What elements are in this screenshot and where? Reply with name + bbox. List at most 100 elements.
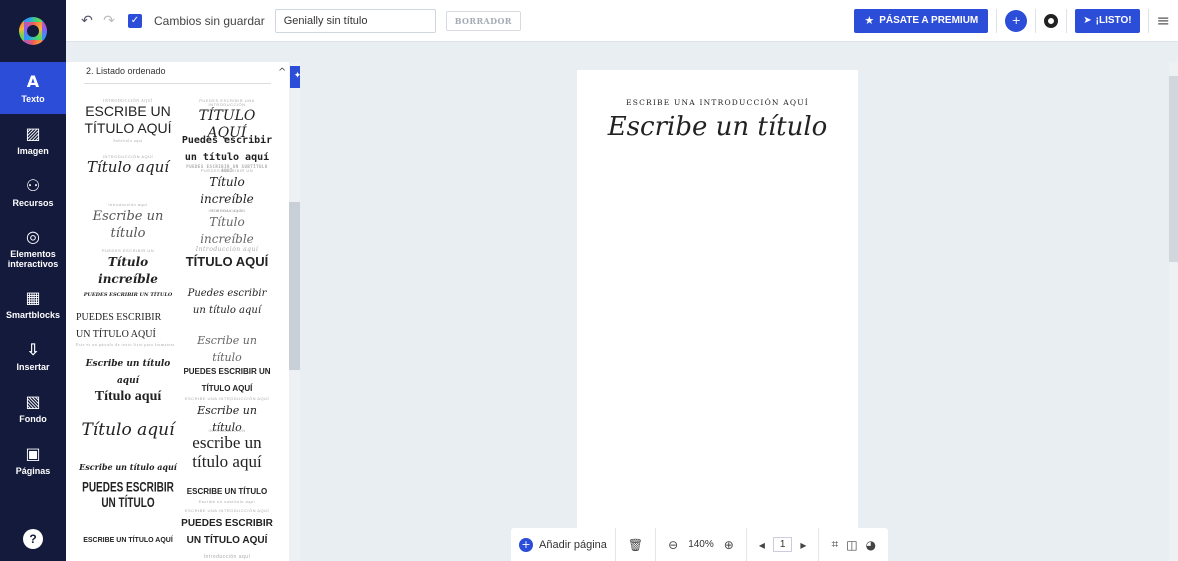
text-template[interactable]: Título aquí (78, 420, 178, 440)
trash-icon: 🗑 (627, 537, 644, 552)
text-template[interactable]: ESCRIBE UN TÍTULO AQUÍ (78, 530, 178, 547)
rail-item-fondo[interactable]: ▧ Fondo (0, 382, 66, 434)
preview-eye-icon[interactable] (1044, 13, 1059, 28)
next-page-icon[interactable]: ▸ (800, 538, 806, 552)
text-template[interactable]: PUEDES ESCRIBIR UN TÍTULO (78, 284, 178, 301)
genially-logo[interactable] (0, 0, 66, 62)
rail-item-label: Páginas (15, 465, 51, 476)
top-toolbar: ↶ ↷ ✓ Cambios sin guardar BORRADOR ★ PÁS… (66, 0, 1178, 42)
zoom-in-icon[interactable]: ⊕ (724, 538, 734, 552)
rail-item-insertar[interactable]: ⇩ Insertar (0, 330, 66, 382)
text-template[interactable]: INTRODUCCIÓN AQUÍ Título aquí (78, 154, 178, 177)
menu-icon[interactable]: ≡ (1157, 11, 1170, 30)
template-title: PUEDES ESCRIBIR UN TÍTULO AQUÍ (181, 518, 273, 546)
text-template[interactable]: Introducción aquí TÍTULO AQUÍ (181, 246, 273, 271)
rail-item-elementos-interactivos[interactable]: ◎ Elementos interactivos (0, 218, 66, 278)
delete-page-button[interactable]: 🗑 (616, 528, 657, 561)
text-template[interactable]: Introducción aquí Escribe un título (78, 202, 178, 242)
rail-item-label: Insertar (16, 361, 50, 372)
slide-canvas[interactable]: ESCRIBE UNA INTRODUCCIÓN AQUÍ Escribe un… (577, 70, 858, 561)
rail-item-label: Imagen (17, 145, 49, 156)
help-icon[interactable]: ? (23, 529, 43, 549)
template-sub: PUEDES ESCRIBIR UNA INTRODUCCIÓN (199, 98, 255, 108)
pages-icon: ▣ (25, 443, 41, 463)
slide-title-text[interactable]: Escribe un título (577, 112, 858, 142)
divider (996, 8, 998, 33)
text-template[interactable]: PUEDES ESCRIBIR UN Título increíble (78, 248, 178, 288)
slide-intro-text[interactable]: ESCRIBE UNA INTRODUCCIÓN AQUÍ (577, 98, 858, 107)
rail-item-paginas[interactable]: ▣ Páginas (0, 434, 66, 486)
split-view-icon[interactable]: ◫ (846, 538, 857, 552)
save-status-text: Cambios sin guardar (154, 13, 265, 28)
template-sub: Introducción aquí (203, 554, 251, 560)
palette-icon[interactable]: ◕ (866, 538, 876, 552)
text-template[interactable]: INTRODUCCIÓN AQUÍ ESCRIBE UN TÍTULO AQUÍ… (78, 98, 178, 144)
panel-scrollbar-thumb[interactable] (289, 202, 300, 370)
template-sub: ESCRIBE UNA INTRODUCCIÓN AQUÍ (184, 396, 270, 401)
zoom-out-icon[interactable]: ⊖ (668, 538, 678, 552)
text-template[interactable]: ESCRIBE UNA INTRODUCCIÓN AQUÍ PUEDES ESC… (181, 508, 273, 548)
rocket-icon: ➤ (1083, 15, 1092, 26)
add-icon: + (519, 537, 533, 552)
rail-item-texto[interactable]: A Texto (0, 62, 66, 114)
template-title: Escribe un título aquí (79, 462, 177, 472)
text-template[interactable]: Título aquí (78, 388, 178, 405)
text-template[interactable]: Escribe un título (181, 332, 273, 366)
template-title: Escribe un título (92, 209, 164, 241)
canvas-scrollbar-thumb[interactable] (1169, 76, 1178, 262)
add-page-label: Añadir página (539, 538, 607, 551)
add-collaborator-icon[interactable]: + (1005, 9, 1028, 32)
template-title: TÍTULO AQUÍ (185, 254, 269, 270)
canvas-scrollbar[interactable] (1169, 62, 1178, 561)
previous-page-icon[interactable]: ◂ (759, 538, 765, 552)
rail-item-label: Elementos (10, 248, 56, 259)
text-template[interactable]: Introducción aquí (181, 554, 273, 561)
ready-label: ¡LISTO! (1095, 15, 1132, 26)
template-note: Escribe un subtítulo aquí (198, 498, 256, 504)
template-title: Título increíble (98, 255, 158, 286)
rail-item-label: interactivos (7, 258, 59, 269)
rail-item-recursos[interactable]: ⚇ Recursos (0, 166, 66, 218)
template-title: PUEDES ESCRIBIR UN TÍTULO AQUÍ (183, 367, 271, 393)
text-icon: A (26, 71, 40, 91)
undo-icon[interactable]: ↶ (76, 13, 98, 29)
template-sub: ESCRIBE UNA INTRODUCCIÓN AQUÍ (184, 508, 270, 513)
ready-button[interactable]: ➤ ¡LISTO! (1075, 8, 1140, 33)
template-title: Escribe un título (197, 334, 257, 364)
rail-item-imagen[interactable]: ▨ Imagen (0, 114, 66, 166)
insert-icon: ⇩ (26, 339, 40, 359)
project-title-input[interactable] (274, 8, 436, 33)
text-template[interactable]: ESCRIBE UN TÍTULO Escribe un subtítulo a… (181, 482, 273, 505)
background-icon: ▧ (25, 391, 41, 411)
go-premium-button[interactable]: ★ PÁSATE A PREMIUM (854, 8, 989, 33)
text-template[interactable]: PUEDES ESCRIBIR UN TÍTULO AQUÍ Este es u… (76, 308, 176, 348)
panel-scrollbar[interactable] (289, 62, 300, 561)
text-template[interactable]: PUEDES ESCRIBIR UN TÍTULO (78, 481, 178, 510)
template-title: Título aquí (81, 420, 175, 440)
save-status-check-icon: ✓ (128, 13, 142, 28)
rail-item-smartblocks[interactable]: ▦ Smartblocks (0, 278, 66, 330)
template-sub: Introducción aquí (108, 202, 148, 207)
text-template[interactable]: INTRODUCCIÓN escribe un título aquí (181, 428, 273, 472)
collapse-panel-icon[interactable]: ^ (278, 67, 286, 78)
template-title: Escribe un título aquí (85, 359, 171, 386)
page-number[interactable]: 1 (772, 537, 793, 552)
text-templates-panel: 2. Listado ordenado INTRODUCCIÓN AQUÍ ES… (66, 62, 289, 561)
logo-icon (19, 17, 47, 45)
template-title: ESCRIBE UN TÍTULO (186, 487, 268, 496)
add-page-button[interactable]: + Añadir página (511, 528, 616, 561)
text-template[interactable]: Escribe un título aquí (78, 458, 178, 475)
text-template[interactable]: PUEDES ESCRIBIR UN TÍTULO AQUÍ (181, 362, 273, 396)
template-title: escribe un título aquí (192, 433, 262, 471)
left-rail: A Texto ▨ Imagen ⚇ Recursos ◎ Elementos … (0, 0, 66, 561)
page-navigation: ◂ 1 ▸ (747, 528, 820, 561)
text-template[interactable]: Escribe un título aquí (78, 354, 178, 388)
text-template[interactable]: Puedes escribir un título aquí (181, 284, 273, 318)
text-template[interactable]: INTRODUCCIÓN Título increíble (181, 208, 273, 248)
redo-icon[interactable]: ↷ (98, 13, 120, 29)
panel-section-heading: 2. Listado ordenado (84, 62, 271, 84)
grid-icon[interactable]: ⌗ (831, 537, 838, 552)
view-options: ⌗ ◫ ◕ (819, 528, 888, 561)
template-title: Título aquí (94, 389, 162, 404)
template-title: Título increíble (200, 175, 254, 206)
